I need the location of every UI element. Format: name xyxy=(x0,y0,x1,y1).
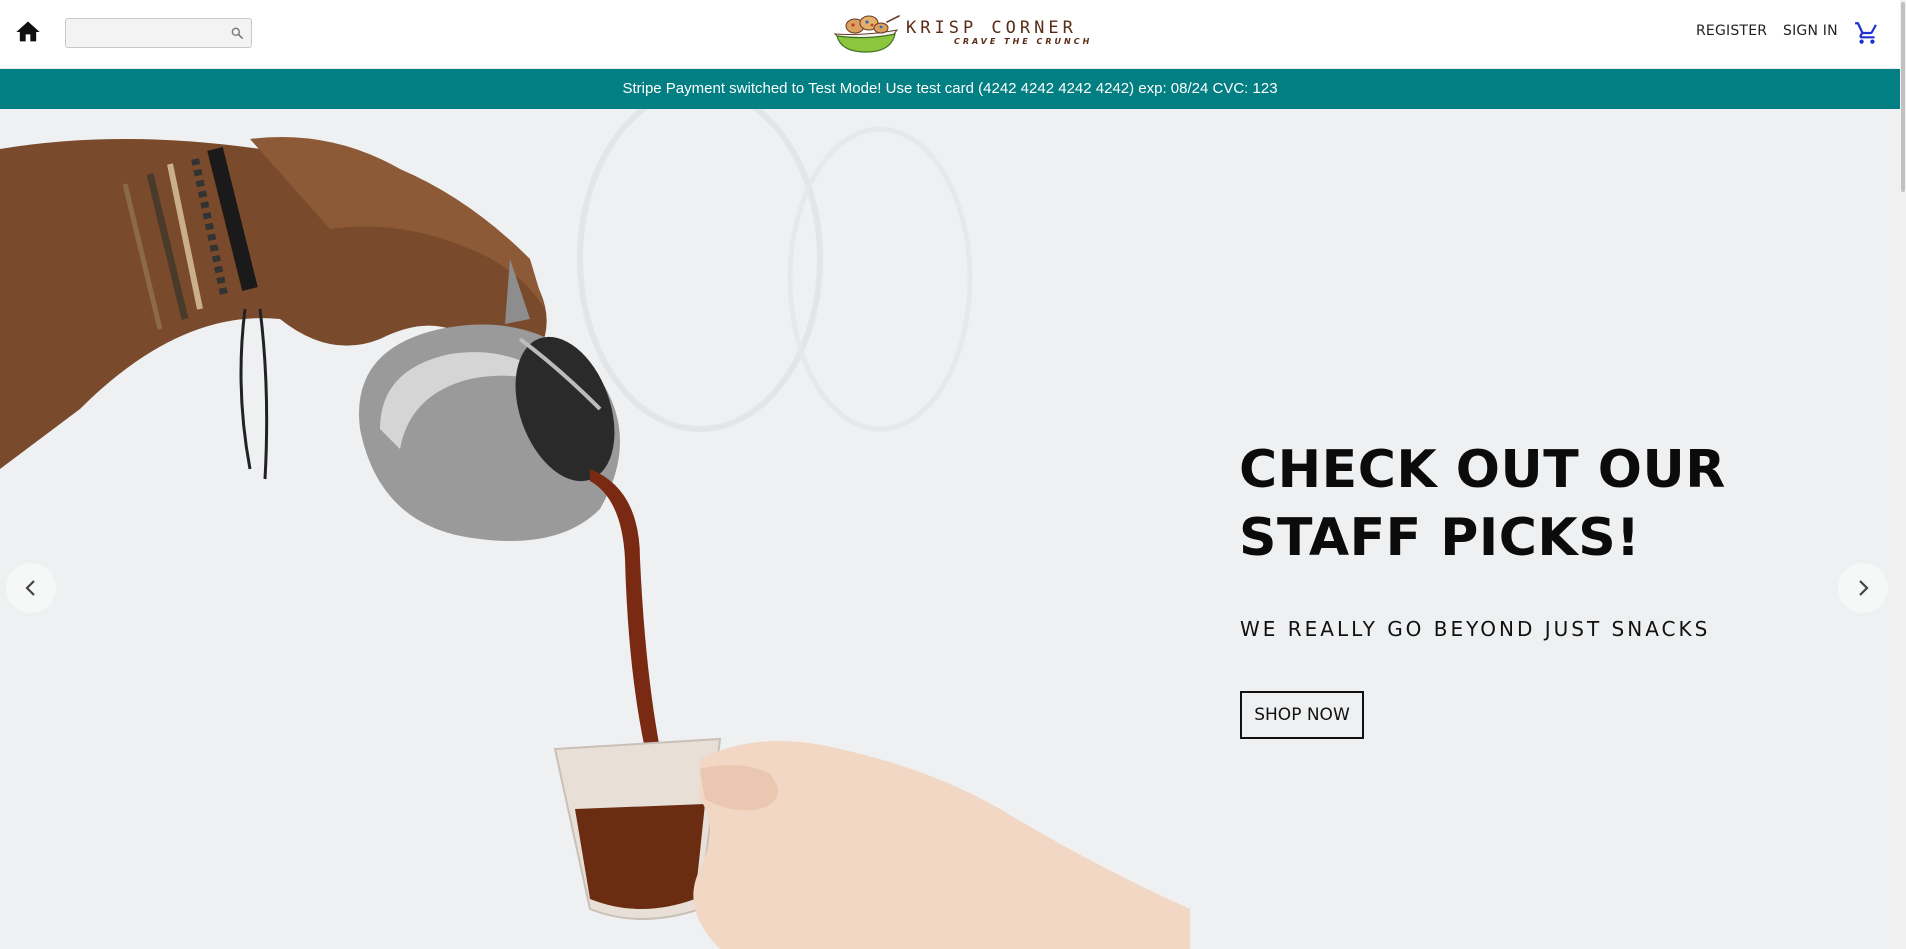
site-header: KRISP CORNER CRAVE THE CRUNCH REGISTER S… xyxy=(0,0,1900,69)
brand-name: KRISP CORNER xyxy=(906,18,1077,38)
cart-button[interactable] xyxy=(1854,20,1880,46)
hero-image xyxy=(0,109,1190,949)
scrollbar-thumb[interactable] xyxy=(1901,2,1905,192)
hero-subtitle: WE REALLY GO BEYOND JUST SNACKS xyxy=(1240,617,1711,641)
carousel-next-button[interactable] xyxy=(1838,563,1888,613)
test-mode-banner: Stripe Payment switched to Test Mode! Us… xyxy=(0,69,1900,109)
page-scrollbar[interactable] xyxy=(1900,0,1906,949)
brand-tagline: CRAVE THE CRUNCH xyxy=(954,37,1093,46)
chevron-left-icon xyxy=(25,580,35,596)
sign-in-link[interactable]: SIGN IN xyxy=(1783,23,1838,39)
register-link[interactable]: REGISTER xyxy=(1696,23,1767,39)
brand-logo[interactable]: KRISP CORNER CRAVE THE CRUNCH xyxy=(831,14,1089,54)
hero-carousel: CHECK OUT OUR STAFF PICKS! WE REALLY GO … xyxy=(0,109,1900,949)
home-icon xyxy=(16,21,40,42)
cart-icon xyxy=(1855,22,1877,44)
cereal-bowl-logo-icon xyxy=(833,15,900,53)
hero-title: CHECK OUT OUR STAFF PICKS! xyxy=(1239,440,1726,568)
shop-now-button[interactable]: SHOP NOW xyxy=(1240,691,1364,739)
home-button[interactable] xyxy=(14,18,42,46)
search-input[interactable] xyxy=(66,19,216,47)
search-box xyxy=(65,18,252,48)
search-icon[interactable] xyxy=(230,26,244,40)
carousel-prev-button[interactable] xyxy=(6,563,56,613)
chevron-right-icon xyxy=(1859,580,1869,596)
